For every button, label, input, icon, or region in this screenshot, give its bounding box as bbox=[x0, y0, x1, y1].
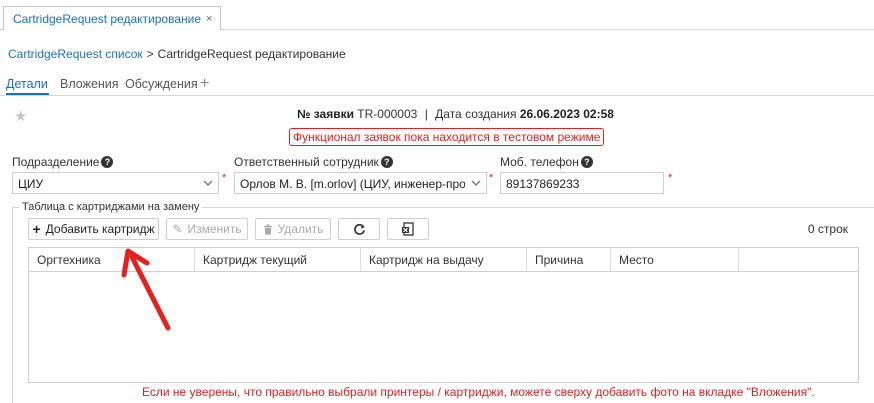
annotation-arrow-icon bbox=[121, 248, 171, 331]
phone-input[interactable]: 89137869233 bbox=[500, 172, 664, 194]
trash-icon bbox=[263, 224, 272, 234]
phone-label-text: Моб. телефон bbox=[500, 155, 579, 169]
edit-button[interactable]: ✎ Изменить bbox=[166, 218, 248, 240]
responsible-label: Ответственный сотрудник ? bbox=[234, 155, 393, 169]
delete-label: Удалить bbox=[277, 222, 324, 236]
phone-label: Моб. телефон ? bbox=[500, 155, 593, 169]
request-number-value: TR-000003 bbox=[357, 107, 418, 121]
department-select[interactable]: ЦИУ bbox=[12, 172, 198, 194]
delete-button[interactable]: Удалить bbox=[255, 218, 331, 240]
breadcrumb-separator: > bbox=[146, 47, 154, 61]
pencil-icon: ✎ bbox=[172, 222, 183, 236]
add-cartridge-label: Добавить картридж bbox=[45, 222, 155, 236]
cartridge-table-legend: Таблица с картриджами на замену bbox=[19, 201, 203, 213]
department-label: Подразделение ? bbox=[12, 155, 114, 169]
responsible-label-text: Ответственный сотрудник bbox=[234, 155, 379, 169]
document-tab-bar: CartridgeRequest редактирование × bbox=[0, 0, 874, 30]
export-button[interactable] bbox=[387, 218, 429, 240]
tab-details[interactable]: Детали bbox=[6, 77, 48, 91]
close-icon[interactable]: × bbox=[206, 13, 212, 25]
breadcrumb-list-link[interactable]: CartridgeRequest список bbox=[8, 47, 143, 61]
help-icon[interactable]: ? bbox=[380, 156, 393, 168]
export-file-icon bbox=[402, 222, 414, 236]
row-count: 0 строк bbox=[807, 222, 848, 236]
created-date-value: 26.06.2023 02:58 bbox=[519, 107, 614, 121]
favorite-star-icon[interactable]: ★ bbox=[14, 107, 27, 125]
active-tab-indicator bbox=[6, 93, 49, 95]
responsible-select[interactable]: Орлов М. В. [m.orlov] (ЦИУ, инженер-прог… bbox=[234, 172, 466, 194]
add-tab-plus-icon[interactable]: + bbox=[200, 75, 209, 93]
breadcrumb-current: CartridgeRequest редактирование bbox=[157, 47, 346, 61]
add-cartridge-button[interactable]: + Добавить картридж bbox=[28, 218, 159, 240]
created-date-label: Дата создания bbox=[435, 107, 517, 121]
help-icon[interactable]: ? bbox=[580, 156, 593, 168]
header-divider: | bbox=[424, 107, 428, 121]
column-header[interactable]: Картридж текущий bbox=[195, 248, 361, 272]
tab-attachments[interactable]: Вложения bbox=[60, 77, 119, 91]
test-mode-notice: Функционал заявок пока находится в тесто… bbox=[289, 128, 605, 146]
document-tab[interactable]: CartridgeRequest редактирование × bbox=[3, 6, 222, 30]
phone-required-mark: * bbox=[668, 172, 673, 184]
department-required-mark: * bbox=[222, 172, 227, 184]
subtabs: Детали Вложения Обсуждения + bbox=[0, 74, 874, 96]
department-label-text: Подразделение bbox=[12, 155, 100, 169]
column-header[interactable]: Картридж на выдачу bbox=[361, 248, 527, 272]
tab-discussions[interactable]: Обсуждения bbox=[125, 77, 198, 91]
document-tab-title: CartridgeRequest редактирование bbox=[13, 11, 201, 26]
help-icon[interactable]: ? bbox=[101, 156, 114, 168]
breadcrumb: CartridgeRequest список > CartridgeReque… bbox=[8, 47, 346, 61]
column-header[interactable]: Место bbox=[611, 248, 739, 272]
column-header[interactable]: Причина bbox=[527, 248, 611, 272]
request-number-label: № заявки bbox=[297, 107, 354, 121]
refresh-button[interactable] bbox=[338, 218, 380, 240]
edit-label: Изменить bbox=[187, 222, 242, 236]
plus-icon: + bbox=[32, 221, 41, 237]
chevron-down-icon[interactable] bbox=[465, 172, 487, 194]
refresh-icon bbox=[353, 223, 365, 235]
column-header-empty bbox=[739, 248, 858, 272]
request-header: № заявки TR-000003 | Дата создания 26.06… bbox=[297, 107, 614, 121]
responsible-required-mark: * bbox=[489, 172, 494, 184]
hint-text: Если не уверены, что правильно выбрали п… bbox=[142, 385, 815, 399]
chevron-down-icon[interactable] bbox=[197, 172, 219, 194]
